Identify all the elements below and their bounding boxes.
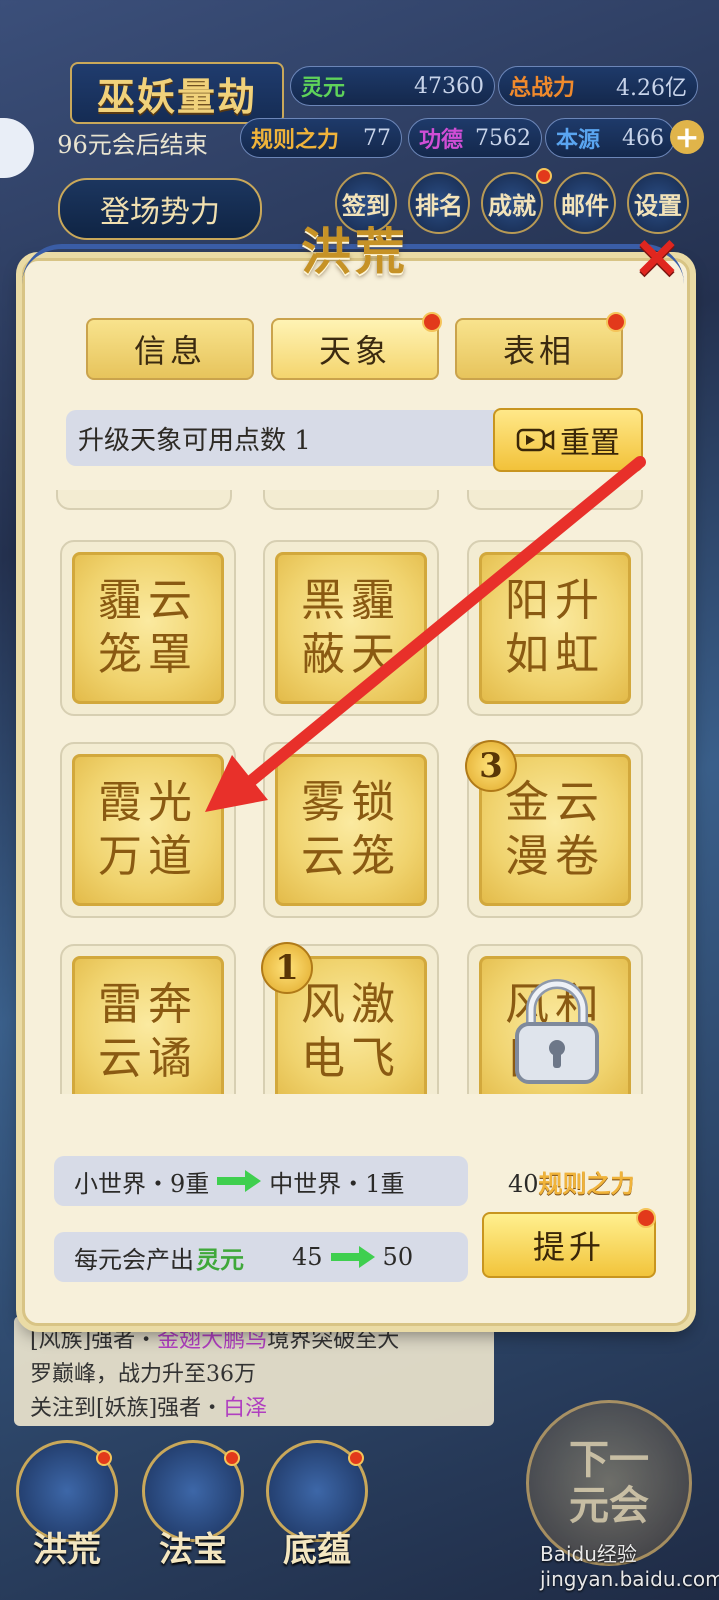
annotation-arrow — [205, 456, 646, 812]
